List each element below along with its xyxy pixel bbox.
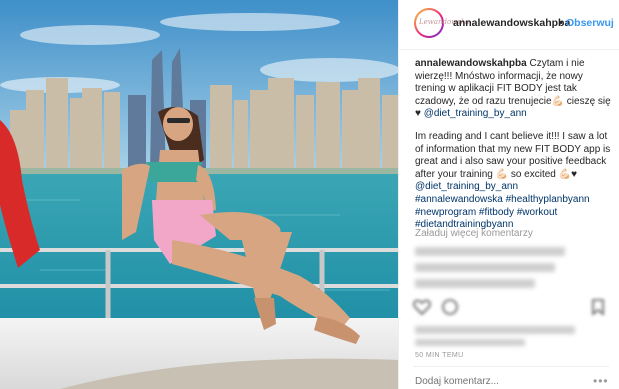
header-separator: • (559, 17, 563, 29)
comment-icon[interactable] (441, 298, 459, 316)
follow-button[interactable]: Obserwuj (566, 17, 614, 29)
blurred-likes (415, 339, 525, 346)
caption-mention[interactable]: @diet_training_by_ann (424, 108, 527, 119)
blurred-comment (415, 279, 535, 288)
comment-input[interactable] (415, 376, 585, 387)
caption-english-text: Im reading and I cant believe it!!! I sa… (415, 130, 611, 180)
load-more-comments[interactable]: Załaduj więcej komentarzy (415, 228, 533, 239)
avatar-image: Lewandowska (416, 10, 469, 36)
action-icons (413, 298, 609, 318)
caption-hashtags[interactable]: #annalewandowska #healthyplanbyann #newp… (415, 194, 590, 230)
post-caption: annalewandowskahpba Czytam i nie wierzę!… (415, 58, 613, 242)
more-options-icon[interactable]: ••• (593, 374, 609, 388)
post-timestamp: 50 MIN TEMU (415, 352, 464, 359)
blurred-likes (415, 326, 575, 334)
caption-english: Im reading and I cant believe it!!! I sa… (415, 131, 613, 232)
post-photo[interactable] (0, 0, 398, 389)
caption-username[interactable]: annalewandowskahpba (415, 58, 527, 69)
save-icon[interactable] (589, 298, 607, 316)
blurred-comment (415, 247, 565, 256)
instagram-post: Lewandowska annalewandowskahpba • Obserw… (0, 0, 619, 389)
caption-mention-2[interactable]: @diet_training_by_ann (415, 181, 518, 192)
avatar[interactable]: Lewandowska (414, 8, 469, 38)
heart-icon[interactable] (413, 298, 431, 316)
divider (413, 366, 609, 367)
photo-illustration (0, 0, 398, 389)
post-header: Lewandowska annalewandowskahpba • Obserw… (399, 0, 619, 50)
header-username[interactable]: annalewandowskahpba (453, 17, 570, 29)
post-side-panel: Lewandowska annalewandowskahpba • Obserw… (398, 0, 619, 389)
caption-polish: annalewandowskahpba Czytam i nie wierzę!… (415, 58, 613, 121)
blurred-comment (415, 263, 555, 272)
